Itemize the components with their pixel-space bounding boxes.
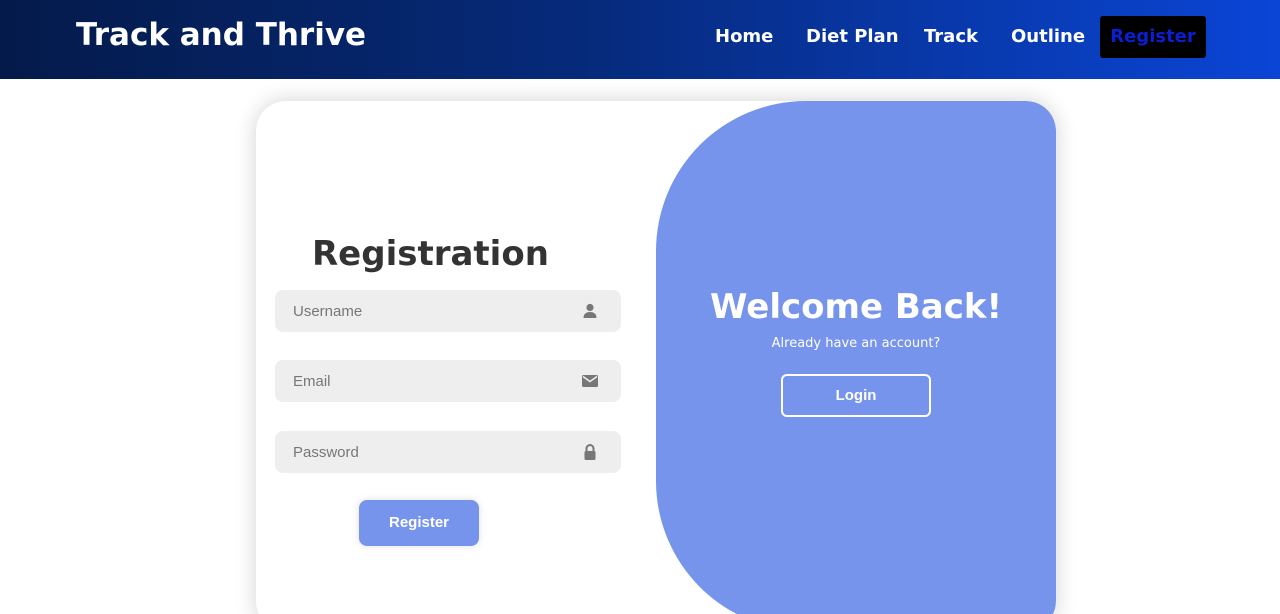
lock-icon [584, 444, 596, 460]
email-input[interactable] [275, 360, 575, 402]
welcome-panel: Welcome Back! Already have an account? L… [656, 101, 1056, 614]
auth-card: Registration Register Welcome Back! Alre… [256, 101, 1056, 614]
nav-track-link[interactable]: Track [924, 26, 978, 47]
user-icon [583, 303, 597, 318]
nav-diet-plan-link[interactable]: Diet Plan [806, 26, 899, 47]
email-field [275, 360, 621, 402]
envelope-icon [582, 375, 598, 387]
nav-home-link[interactable]: Home [715, 26, 773, 47]
password-input[interactable] [275, 431, 575, 473]
nav-register-button[interactable]: Register [1100, 16, 1206, 58]
brand-logo-text[interactable]: Track and Thrive [76, 17, 366, 53]
nav-outline-link[interactable]: Outline [1011, 26, 1085, 47]
welcome-subtitle: Already have an account? [771, 336, 941, 351]
username-input[interactable] [275, 290, 575, 332]
password-field [275, 431, 621, 473]
welcome-title: Welcome Back! [710, 287, 1002, 327]
registration-title: Registration [312, 234, 549, 274]
login-button[interactable]: Login [781, 374, 931, 417]
register-submit-button[interactable]: Register [359, 500, 479, 546]
top-navbar: Track and Thrive Home Diet Plan Track Ou… [0, 0, 1280, 79]
username-field [275, 290, 621, 332]
